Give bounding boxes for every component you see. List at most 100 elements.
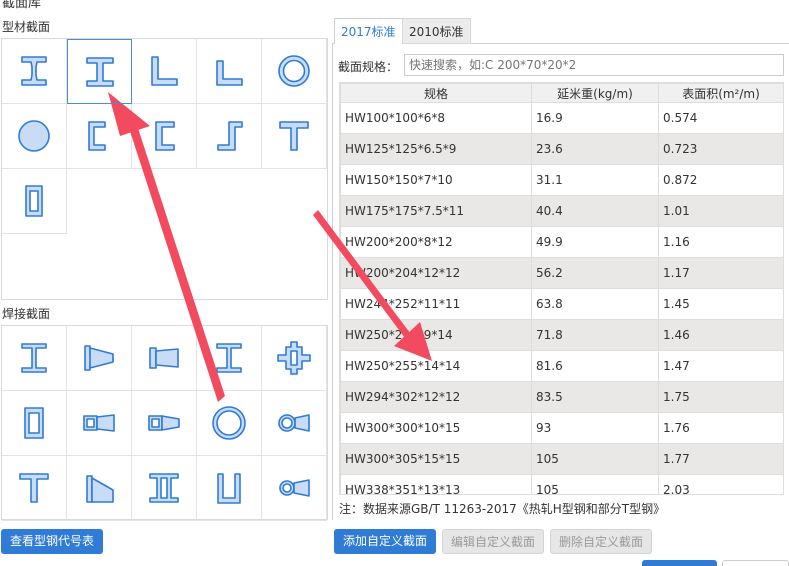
- welded-section-cell-9[interactable]: [197, 391, 262, 456]
- table-row[interactable]: HW294*302*12*12 83.5 1.75: [340, 381, 783, 413]
- rolled-section-cell-1[interactable]: [2, 39, 67, 104]
- welded-section-cell-8[interactable]: [132, 391, 197, 456]
- table-row[interactable]: HW150*150*7*10 31.1 0.872: [340, 164, 783, 196]
- cell-surface-area: 0.574: [658, 102, 783, 134]
- welded-cross-section-icon: [274, 338, 314, 378]
- cell-weight: 81.6: [531, 350, 659, 382]
- welded-section-cell-15[interactable]: [262, 456, 327, 521]
- rolled-section-cell-6[interactable]: [2, 104, 67, 169]
- welded-section-cell-5[interactable]: [262, 326, 327, 391]
- rolled-section-cell-9[interactable]: [197, 104, 262, 169]
- cell-surface-area: 1.17: [658, 257, 783, 289]
- table-row[interactable]: HW200*200*8*12 49.9 1.16: [340, 226, 783, 258]
- welded-section-cell-1[interactable]: [2, 326, 67, 391]
- tab-2017-standard[interactable]: 2017标准: [334, 18, 403, 44]
- cell-spec: HW150*150*7*10: [340, 164, 532, 196]
- cell-surface-area: 0.723: [658, 133, 783, 165]
- welded-section-cell-7[interactable]: [67, 391, 132, 456]
- welded-box-tapered-2-section-icon: [144, 403, 184, 443]
- table-row[interactable]: HW300*300*10*15 93 1.76: [340, 412, 783, 444]
- cell-spec: HW125*125*6.5*9: [340, 133, 532, 165]
- cell-spec: HW250*250*9*14: [340, 319, 532, 351]
- table-row[interactable]: HW244*252*11*11 63.8 1.45: [340, 288, 783, 320]
- rolled-section-cell-8[interactable]: [132, 104, 197, 169]
- column-header-spec[interactable]: 规格: [340, 83, 532, 103]
- rolled-section-cell-7[interactable]: [67, 104, 132, 169]
- welded-section-cell-12[interactable]: [67, 456, 132, 521]
- cell-spec: HW250*255*14*14: [340, 350, 532, 382]
- data-source-note: 注：数据来源GB/T 11263-2017《热轧H型钢和部分T型钢》: [339, 502, 666, 516]
- welded-section-cell-6[interactable]: [2, 391, 67, 456]
- table-row[interactable]: HW100*100*6*8 16.9 0.574: [340, 102, 783, 134]
- rolled-section-title: 型材截面: [2, 20, 51, 34]
- cancel-button-edge[interactable]: [722, 560, 789, 566]
- cell-weight: 40.4: [531, 195, 659, 227]
- i-beam-section-icon: [14, 51, 54, 91]
- welded-circle-tapered-2-section-icon: [274, 468, 314, 508]
- table-row[interactable]: HW250*255*14*14 81.6 1.47: [340, 350, 783, 382]
- welded-section-grid: [1, 325, 328, 521]
- cell-spec: HW300*300*10*15: [340, 412, 532, 444]
- cell-spec: HW100*100*6*8: [340, 102, 532, 134]
- spec-table: 规格 延米重(kg/m) 表面积(m²/m) HW100*100*6*8 16.9…: [340, 83, 783, 494]
- solid-circle-section-icon: [14, 116, 54, 156]
- search-label: 截面规格：: [338, 60, 399, 74]
- table-row[interactable]: HW125*125*6.5*9 23.6 0.723: [340, 133, 783, 165]
- confirm-button-edge[interactable]: [642, 560, 717, 566]
- t-section-icon: [274, 116, 314, 156]
- welded-section-cell-13[interactable]: [132, 456, 197, 521]
- table-row[interactable]: HW250*250*9*14 71.8 1.46: [340, 319, 783, 351]
- cell-spec: HW300*305*15*15: [340, 443, 532, 475]
- spec-table-container: 规格 延米重(kg/m) 表面积(m²/m) HW100*100*6*8 16.9…: [339, 82, 784, 495]
- welded-section-cell-4[interactable]: [197, 326, 262, 391]
- welded-section-cell-3[interactable]: [132, 326, 197, 391]
- rolled-section-cell-11[interactable]: [2, 169, 67, 234]
- table-row[interactable]: HW338*351*13*13 105 2.03: [340, 474, 783, 494]
- cell-spec: HW338*351*13*13: [340, 474, 532, 494]
- tab-2010-standard[interactable]: 2010标准: [402, 18, 471, 44]
- cell-weight: 63.8: [531, 288, 659, 320]
- rolled-section-cell-10[interactable]: [262, 104, 327, 169]
- welded-section-cell-11[interactable]: [2, 456, 67, 521]
- cell-spec: HW175*175*7.5*11: [340, 195, 532, 227]
- welded-double-i-section-icon: [144, 468, 184, 508]
- add-custom-section-button[interactable]: 添加自定义截面: [334, 529, 436, 554]
- unequal-angle-section-icon: [209, 51, 249, 91]
- welded-section-cell-14[interactable]: [197, 456, 262, 521]
- edit-custom-section-button[interactable]: 编辑自定义截面: [442, 529, 544, 554]
- welded-i-section-icon: [14, 338, 54, 378]
- welded-tapered-double-section-icon: [144, 338, 184, 378]
- column-header-surface-area[interactable]: 表面积(m²/m): [658, 83, 783, 103]
- cell-surface-area: 1.76: [658, 412, 783, 444]
- cell-surface-area: 1.75: [658, 381, 783, 413]
- cell-spec: HW200*200*8*12: [340, 226, 532, 258]
- welded-section-cell-10[interactable]: [262, 391, 327, 456]
- window-title: 截面库: [2, 0, 42, 11]
- rolled-section-cell-3[interactable]: [132, 39, 197, 104]
- rolled-section-cell-4[interactable]: [197, 39, 262, 104]
- rolled-section-cell-5[interactable]: [262, 39, 327, 104]
- delete-custom-section-button[interactable]: 删除自定义截面: [550, 529, 652, 554]
- welded-box-tapered-section-icon: [79, 403, 119, 443]
- column-header-weight[interactable]: 延米重(kg/m): [531, 83, 659, 103]
- welded-h-section-icon: [209, 338, 249, 378]
- cell-weight: 16.9: [531, 102, 659, 134]
- table-row[interactable]: HW300*305*15*15 105 1.77: [340, 443, 783, 475]
- welded-tapered-i-section-icon: [79, 338, 119, 378]
- view-code-table-button[interactable]: 查看型钢代号表: [1, 529, 103, 554]
- cell-surface-area: 1.45: [658, 288, 783, 320]
- cell-weight: 105: [531, 443, 659, 475]
- rolled-section-cell-2[interactable]: [67, 39, 132, 104]
- cell-weight: 23.6: [531, 133, 659, 165]
- table-row[interactable]: HW200*204*12*12 56.2 1.17: [340, 257, 783, 289]
- cell-spec: HW244*252*11*11: [340, 288, 532, 320]
- cell-weight: 49.9: [531, 226, 659, 258]
- cell-weight: 105: [531, 474, 659, 494]
- cell-surface-area: 1.16: [658, 226, 783, 258]
- welded-section-cell-2[interactable]: [67, 326, 132, 391]
- cell-surface-area: 1.47: [658, 350, 783, 382]
- table-row[interactable]: HW175*175*7.5*11 40.4 1.01: [340, 195, 783, 227]
- cell-spec: HW200*204*12*12: [340, 257, 532, 289]
- cell-weight: 71.8: [531, 319, 659, 351]
- search-input[interactable]: [404, 54, 784, 76]
